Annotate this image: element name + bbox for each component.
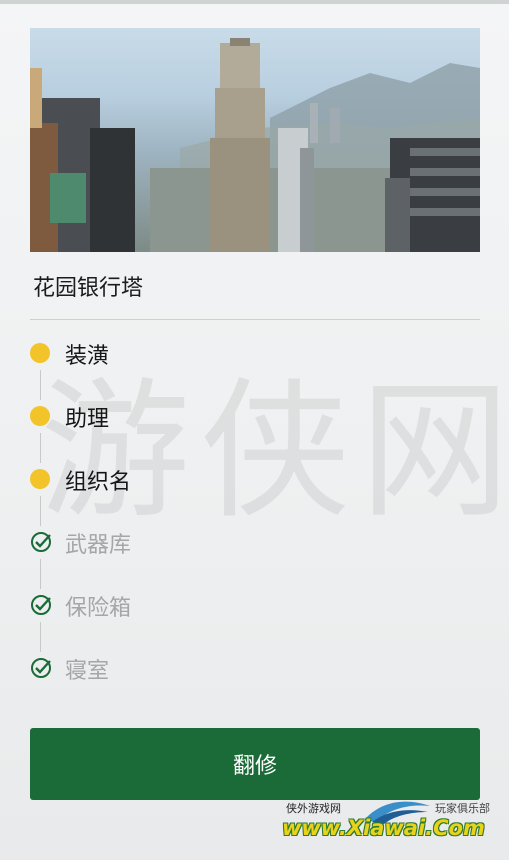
- upgrade-label: 组织名: [65, 470, 132, 495]
- check-circle-icon: [30, 594, 52, 616]
- check-circle-icon: [30, 531, 52, 553]
- upgrade-item-org-name[interactable]: 组织名: [30, 448, 480, 526]
- upgrade-item-assistant[interactable]: 助理: [30, 385, 480, 463]
- dot-icon: [30, 406, 50, 426]
- upgrade-label: 寝室: [65, 659, 110, 684]
- upgrade-label: 保险箱: [65, 596, 132, 621]
- upgrade-list: 装潢 助理 组织名 武器库 保险箱 寝室: [30, 322, 480, 700]
- brand-site-name: 侠外游戏网: [286, 802, 341, 815]
- upgrade-item-bedroom[interactable]: 寝室: [30, 637, 480, 700]
- skyline-illustration: [30, 38, 480, 252]
- dot-icon: [30, 469, 50, 489]
- brand-logo: www.Xiawai.Com: [282, 816, 485, 840]
- property-name: 花园银行塔: [33, 276, 144, 301]
- top-edge: [0, 0, 509, 4]
- renovate-button[interactable]: 翻修: [30, 728, 480, 800]
- upgrade-label: 武器库: [65, 533, 132, 558]
- upgrade-label: 装潢: [65, 344, 110, 369]
- site-branding: 侠外游戏网 玩家俱乐部 www.Xiawai.Com: [282, 796, 504, 856]
- upgrade-item-armory[interactable]: 武器库: [30, 511, 480, 589]
- check-circle-icon: [30, 657, 52, 679]
- property-image: [30, 28, 480, 252]
- brand-club-name: 玩家俱乐部: [435, 802, 490, 815]
- upgrade-item-decor[interactable]: 装潢: [30, 322, 480, 400]
- upgrade-label: 助理: [65, 407, 110, 432]
- dot-icon: [30, 343, 50, 363]
- upgrade-item-safe[interactable]: 保险箱: [30, 574, 480, 652]
- divider: [30, 319, 480, 320]
